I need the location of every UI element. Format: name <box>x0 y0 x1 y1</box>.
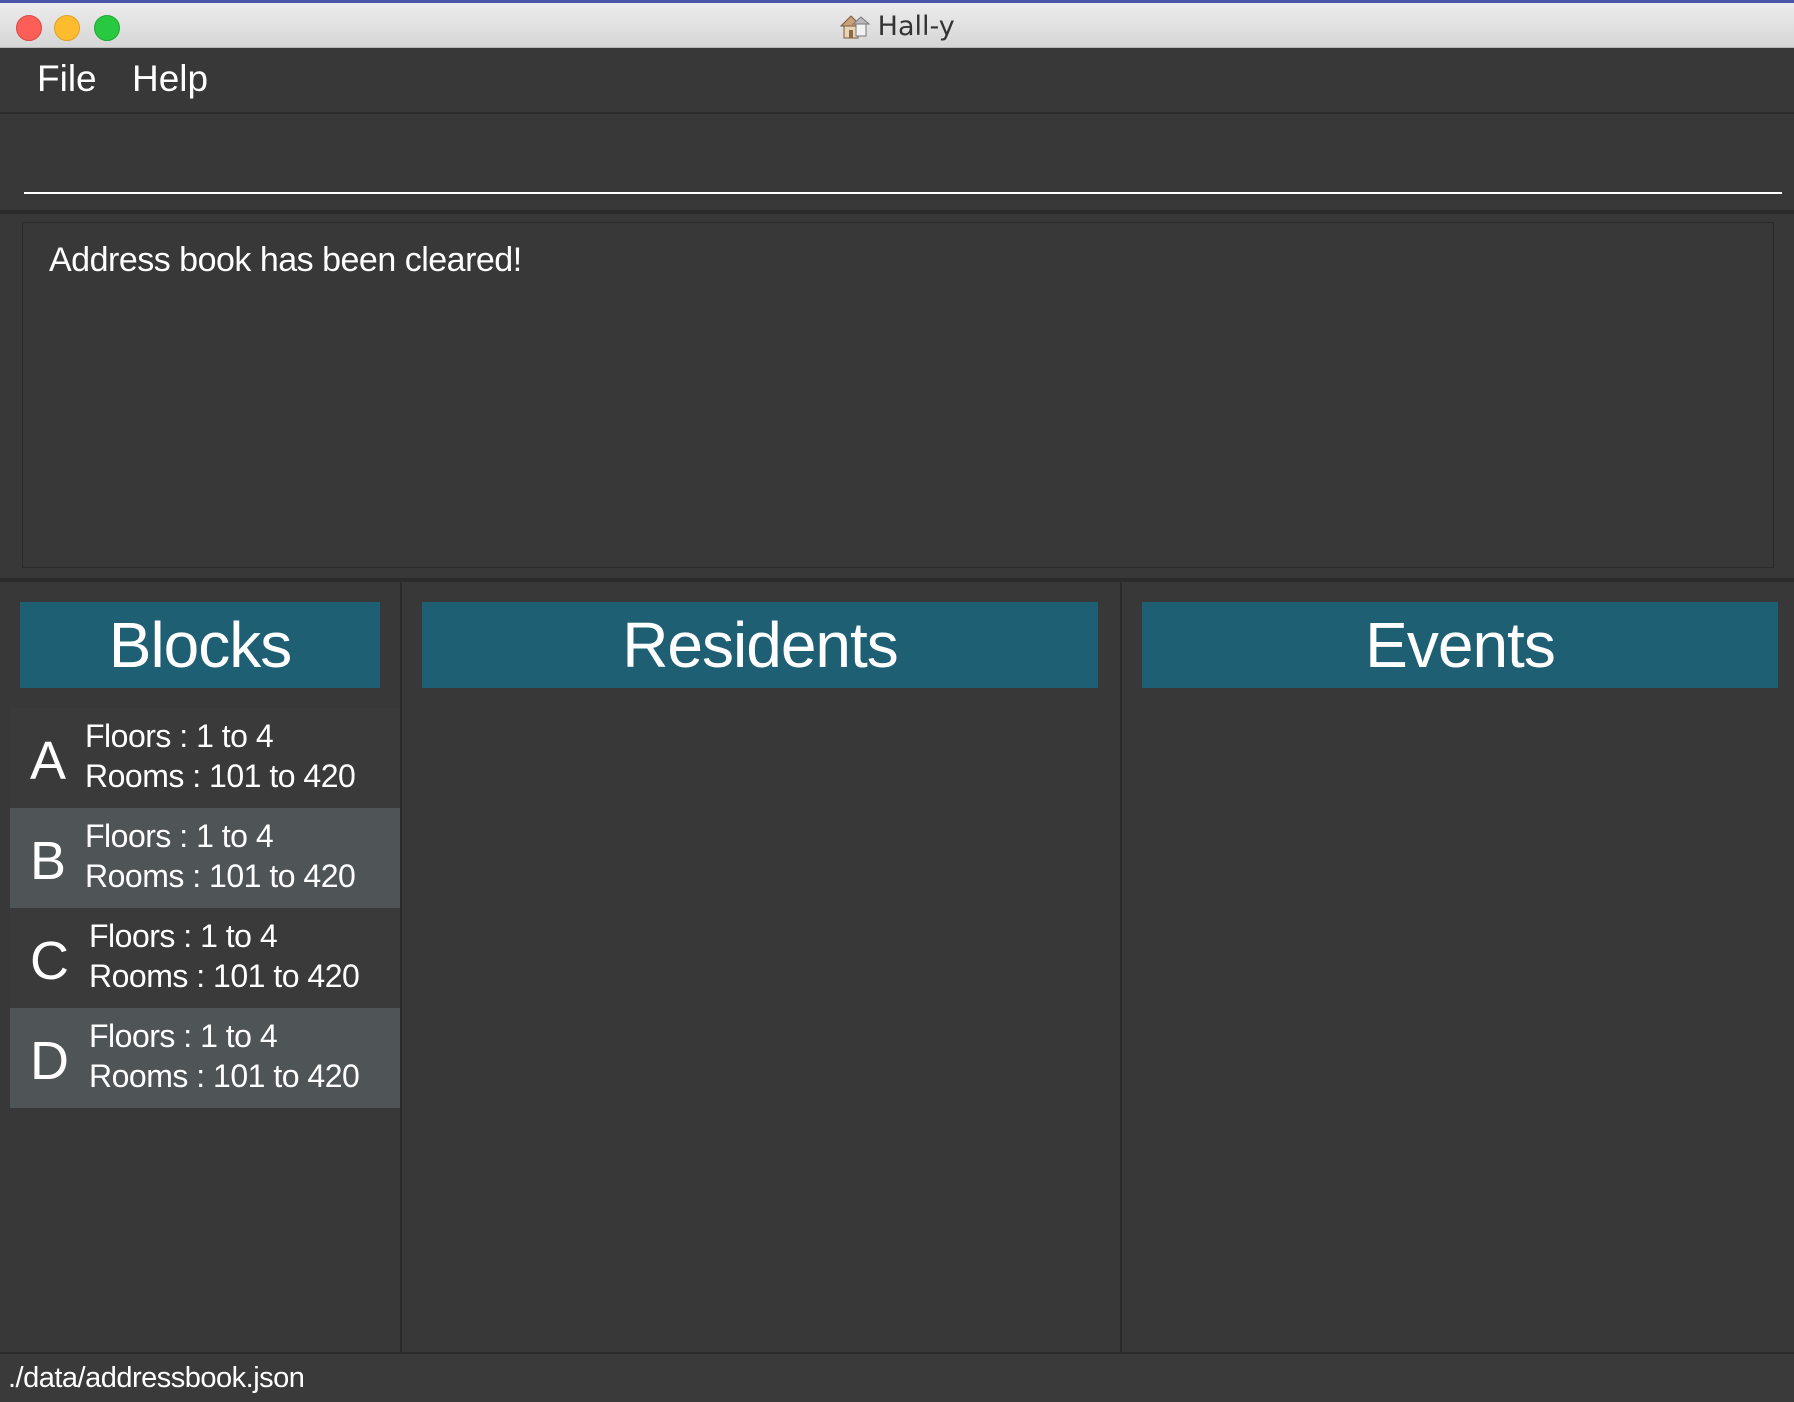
menu-help[interactable]: Help <box>132 58 208 100</box>
block-rooms: Rooms : 101 to 420 <box>89 1058 360 1094</box>
status-bar: ./data/addressbook.json <box>0 1352 1794 1402</box>
block-rooms: Rooms : 101 to 420 <box>89 958 360 994</box>
block-item-d[interactable]: D Floors : 1 to 4 Rooms : 101 to 420 <box>10 1008 400 1108</box>
block-letter: A <box>30 731 67 791</box>
block-list[interactable]: A Floors : 1 to 4 Rooms : 101 to 420 B F… <box>10 708 400 1108</box>
house-icon <box>839 12 873 42</box>
block-rooms: Rooms : 101 to 420 <box>85 758 356 794</box>
window-title: Hall-y <box>877 11 955 42</box>
block-rooms: Rooms : 101 to 420 <box>85 858 356 894</box>
menu-file[interactable]: File <box>37 58 97 100</box>
blocks-header: Blocks <box>20 602 380 688</box>
block-floors: Floors : 1 to 4 <box>85 718 274 754</box>
window-title-group: Hall-y <box>0 11 1794 42</box>
blocks-panel: Blocks A Floors : 1 to 4 Rooms : 101 to … <box>0 582 400 1352</box>
command-input[interactable] <box>24 144 1782 194</box>
command-box <box>0 114 1794 210</box>
result-message: Address book has been cleared! <box>49 241 522 279</box>
result-display[interactable]: Address book has been cleared! <box>22 222 1774 568</box>
block-letter: D <box>30 1031 69 1091</box>
events-panel: Events <box>1122 582 1794 1352</box>
data-file-path: ./data/addressbook.json <box>8 1362 305 1394</box>
window-titlebar[interactable]: Hall-y <box>0 0 1794 48</box>
block-item-a[interactable]: A Floors : 1 to 4 Rooms : 101 to 420 <box>10 708 400 808</box>
residents-header: Residents <box>422 602 1098 688</box>
events-header: Events <box>1142 602 1778 688</box>
residents-panel: Residents <box>402 582 1120 1352</box>
block-letter: C <box>30 931 69 991</box>
block-floors: Floors : 1 to 4 <box>89 918 278 954</box>
block-item-c[interactable]: C Floors : 1 to 4 Rooms : 101 to 420 <box>10 908 400 1008</box>
block-floors: Floors : 1 to 4 <box>85 818 274 854</box>
block-floors: Floors : 1 to 4 <box>89 1018 278 1054</box>
menu-bar: File Help <box>0 48 1794 114</box>
divider <box>0 210 1794 214</box>
block-item-b[interactable]: B Floors : 1 to 4 Rooms : 101 to 420 <box>10 808 400 908</box>
block-letter: B <box>30 831 67 891</box>
